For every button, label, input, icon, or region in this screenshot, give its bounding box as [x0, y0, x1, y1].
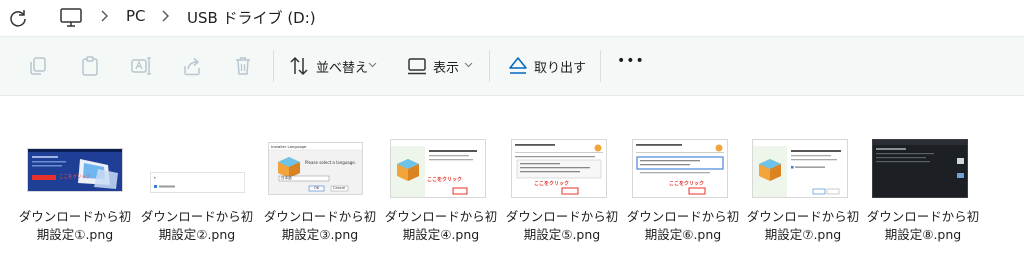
refresh-icon[interactable]: [6, 6, 30, 30]
file-item[interactable]: ここをクリック ダウンロードから初 期設定⑥.png: [623, 139, 743, 258]
file-name-line2: 期設定⑤.png: [523, 227, 601, 242]
language-value: 日本語: [281, 176, 292, 180]
file-name: ダウンロードから初 期設定①.png: [15, 208, 135, 244]
file-name-line2: 期設定⑦.png: [764, 227, 842, 242]
click-here-annotation: ここをクリック: [534, 181, 570, 187]
thumbnail-image: [28, 149, 122, 191]
thumbnail-image: [151, 173, 244, 192]
file-thumbnail: [872, 139, 968, 198]
sort-icon[interactable]: [287, 54, 311, 78]
this-pc-icon[interactable]: [59, 6, 83, 28]
dialog-prompt: Please select a language.: [305, 160, 357, 165]
toolbar-divider: [489, 50, 490, 82]
view-icon[interactable]: [405, 54, 429, 78]
file-name: ダウンロードから初 期設定⑧.png: [863, 208, 983, 244]
breadcrumb-pc[interactable]: PC: [126, 7, 146, 25]
file-thumbnail: [150, 172, 245, 193]
chevron-right-icon[interactable]: [97, 9, 111, 23]
file-name-line1: ダウンロードから初: [505, 209, 619, 224]
more-options-button[interactable]: •••: [617, 53, 645, 69]
breadcrumb-usb-drive[interactable]: USB ドライブ (D:): [187, 7, 316, 28]
eject-icon[interactable]: [506, 54, 530, 78]
file-name-line1: ダウンロードから初: [746, 209, 860, 224]
toolbar-divider: [600, 50, 601, 82]
file-thumbnail: ここをクリック: [27, 148, 123, 192]
file-item[interactable]: ここをクリック ダウンロードから初 期設定④.png: [381, 139, 501, 258]
dialog-title: Installer Language: [271, 144, 307, 149]
file-name-line2: 期設定②.png: [158, 227, 236, 242]
file-name-line1: ダウンロードから初: [384, 209, 498, 224]
address-bar: PC USB ドライブ (D:): [0, 0, 1024, 37]
copy-icon[interactable]: [26, 54, 50, 78]
file-thumbnail: ここをクリック: [511, 139, 607, 198]
file-thumbnail: [752, 139, 848, 198]
file-name: ダウンロードから初 期設定⑥.png: [623, 208, 743, 244]
click-here-annotation: ここをクリック: [427, 177, 463, 183]
file-name: ダウンロードから初 期設定②.png: [137, 208, 257, 244]
thumbnail-image: [512, 140, 606, 197]
click-here-annotation: ここをクリック: [669, 181, 705, 187]
chevron-down-icon[interactable]: [368, 62, 377, 68]
file-thumbnail: ここをクリック: [390, 139, 486, 198]
file-item[interactable]: ここをクリック ダウンロードから初 期設定①.png: [15, 148, 135, 258]
chevron-right-icon[interactable]: [158, 9, 172, 23]
eject-button[interactable]: 取り出す: [534, 57, 586, 76]
file-thumbnail: ここをクリック: [632, 139, 728, 198]
file-name-line2: 期設定⑧.png: [884, 227, 962, 242]
file-name: ダウンロードから初 期設定⑤.png: [502, 208, 622, 244]
sort-button[interactable]: 並べ替え: [316, 57, 368, 76]
file-name: ダウンロードから初 期設定⑦.png: [743, 208, 863, 244]
thumbnail-image: [753, 140, 847, 197]
file-name: ダウンロードから初 期設定③.png: [260, 208, 380, 244]
rename-icon[interactable]: [129, 54, 153, 78]
cancel-label: Cancel: [333, 186, 346, 190]
view-button[interactable]: 表示: [433, 57, 459, 76]
thumbnail-image: [391, 140, 485, 197]
chevron-down-icon[interactable]: [464, 62, 473, 68]
file-list: ここをクリック ダウンロードから初 期設定①.png ダウンロードから初 期設定…: [0, 96, 1024, 254]
file-thumbnail: Installer Language Please select a langu…: [268, 142, 363, 195]
file-name-line2: 期設定③.png: [281, 227, 359, 242]
paste-icon[interactable]: [78, 54, 102, 78]
file-name-line1: ダウンロードから初: [626, 209, 740, 224]
thumbnail-image: [633, 140, 727, 197]
delete-icon[interactable]: [231, 54, 255, 78]
file-item[interactable]: Installer Language Please select a langu…: [260, 142, 380, 258]
file-name: ダウンロードから初 期設定④.png: [381, 208, 501, 244]
file-item[interactable]: ダウンロードから初 期設定⑧.png: [863, 139, 983, 258]
file-item[interactable]: ダウンロードから初 期設定⑦.png: [743, 139, 863, 258]
toolbar-divider: [273, 50, 274, 82]
ok-label: OK: [314, 186, 320, 190]
file-name-line2: 期設定④.png: [402, 227, 480, 242]
click-here-annotation: ここをクリック: [59, 175, 91, 180]
command-bar: 並べ替え 表示 取り出す •••: [0, 37, 1024, 96]
file-name-line1: ダウンロードから初: [18, 209, 132, 224]
file-name-line1: ダウンロードから初: [263, 209, 377, 224]
file-item[interactable]: ここをクリック ダウンロードから初 期設定⑤.png: [502, 139, 622, 258]
file-name-line1: ダウンロードから初: [866, 209, 980, 224]
file-name-line1: ダウンロードから初: [140, 209, 254, 224]
file-name-line2: 期設定①.png: [36, 227, 114, 242]
thumbnail-image: [873, 140, 967, 197]
file-item[interactable]: ダウンロードから初 期設定②.png: [137, 148, 257, 258]
file-name-line2: 期設定⑥.png: [644, 227, 722, 242]
share-icon[interactable]: [180, 54, 204, 78]
